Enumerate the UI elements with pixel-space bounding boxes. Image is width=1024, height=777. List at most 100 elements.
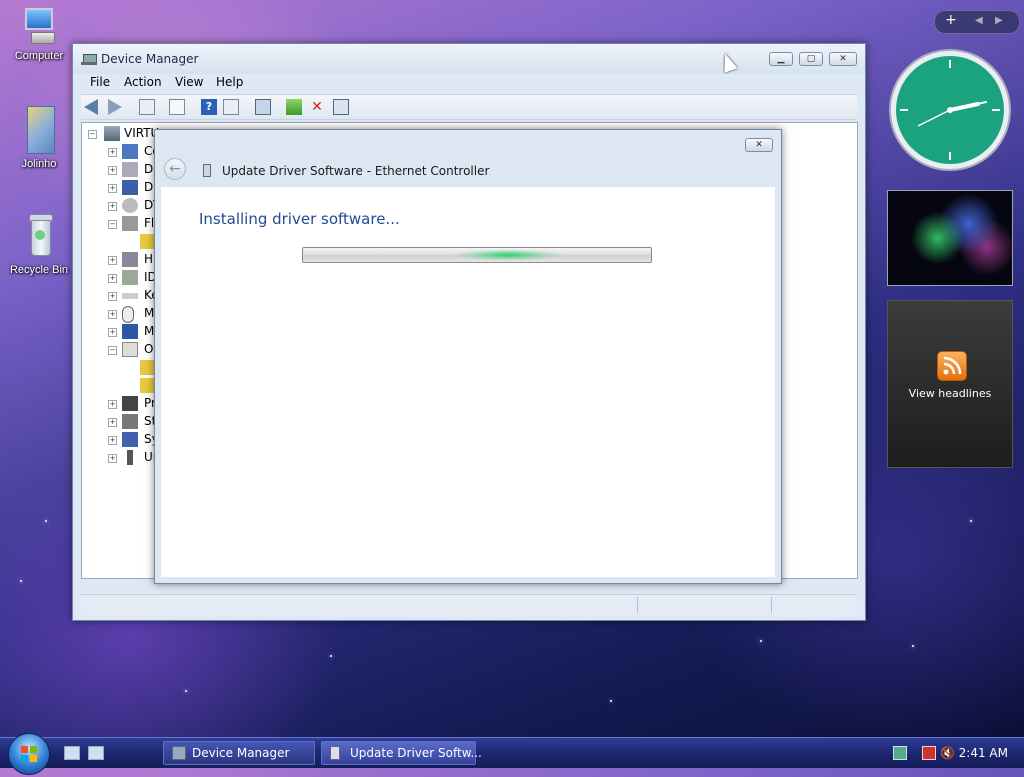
back-button[interactable]: ←: [164, 158, 186, 180]
menu-file[interactable]: File: [90, 75, 110, 89]
start-button[interactable]: [8, 733, 50, 775]
expand-icon[interactable]: +: [108, 292, 117, 301]
device-icon: [122, 252, 138, 267]
maximize-button[interactable]: ▢: [799, 52, 823, 66]
help-icon[interactable]: ?: [201, 99, 217, 115]
star: [330, 655, 332, 657]
expand-icon[interactable]: +: [108, 184, 117, 193]
menu-bar: File Action View Help: [81, 74, 857, 94]
tree-item[interactable]: [82, 233, 162, 251]
expand-icon[interactable]: +: [108, 454, 117, 463]
view-icon[interactable]: [223, 99, 239, 115]
device-icon: [122, 162, 138, 177]
tree-item[interactable]: + Pr: [82, 395, 162, 413]
view-headlines-label[interactable]: View headlines: [888, 387, 1012, 400]
star: [45, 520, 47, 522]
expand-icon[interactable]: +: [108, 400, 117, 409]
close-button[interactable]: ✕: [829, 52, 857, 66]
tree-item[interactable]: + Ur: [82, 449, 162, 467]
expand-icon[interactable]: +: [108, 418, 117, 427]
tree-item[interactable]: + St: [82, 413, 162, 431]
back-arrow-icon: ←: [169, 161, 181, 177]
dialog-content: Installing driver software...: [161, 187, 775, 577]
tree-item[interactable]: [82, 377, 162, 395]
menu-action[interactable]: Action: [124, 75, 162, 89]
add-gadget-icon[interactable]: +: [945, 12, 957, 28]
scan-hardware-icon[interactable]: [255, 99, 271, 115]
properties-icon[interactable]: [169, 99, 185, 115]
mouse-icon: [122, 306, 134, 323]
title-bar[interactable]: Device Manager ▁ ▢ ✕: [73, 44, 865, 74]
computer-node-icon: [104, 126, 120, 141]
network-tray-icon[interactable]: [893, 746, 907, 760]
taskbar-update-driver[interactable]: Update Driver Softw...: [321, 741, 482, 765]
desktop-icon-computer[interactable]: Computer: [4, 6, 74, 62]
minimize-button[interactable]: ▁: [769, 52, 793, 66]
update-driver-icon[interactable]: [286, 99, 302, 115]
usb-icon: [127, 450, 133, 465]
status-divider: [637, 597, 638, 613]
tree-item[interactable]: − Fl: [82, 215, 162, 233]
show-hide-tree-icon[interactable]: [139, 99, 155, 115]
expand-icon[interactable]: +: [108, 148, 117, 157]
tree-item[interactable]: + H: [82, 251, 162, 269]
uninstall-icon[interactable]: ✕: [309, 99, 325, 115]
collapse-icon[interactable]: −: [88, 130, 97, 139]
device-icon: [122, 144, 138, 159]
tree-item[interactable]: + Co: [82, 143, 162, 161]
tree-item[interactable]: + Di: [82, 179, 162, 197]
tree-item[interactable]: + DV: [82, 197, 162, 215]
star: [760, 640, 762, 642]
desktop-icon-label: Computer: [14, 50, 64, 62]
forward-arrow-icon[interactable]: [108, 99, 124, 115]
star: [970, 520, 972, 522]
tree-item[interactable]: + M: [82, 305, 162, 323]
tree-item[interactable]: [82, 359, 162, 377]
disable-device-icon[interactable]: [333, 99, 349, 115]
previous-icon[interactable]: ◀: [975, 15, 983, 26]
slideshow-gadget[interactable]: [887, 190, 1013, 286]
menu-help[interactable]: Help: [216, 75, 243, 89]
taskbar-device-manager[interactable]: Device Manager: [163, 741, 315, 765]
tree-item[interactable]: − Ot: [82, 341, 162, 359]
expand-icon[interactable]: +: [108, 310, 117, 319]
tree-item[interactable]: + Ke: [82, 287, 162, 305]
windows-logo-icon: [21, 746, 37, 762]
expand-icon[interactable]: +: [108, 166, 117, 175]
expand-icon[interactable]: +: [108, 436, 117, 445]
tree-item[interactable]: + Di: [82, 161, 162, 179]
tree-root[interactable]: − VIRTU: [82, 125, 162, 143]
feed-headlines-gadget[interactable]: View headlines: [887, 300, 1013, 468]
dialog-close-button[interactable]: ✕: [745, 138, 773, 152]
star: [912, 645, 914, 647]
volume-muted-icon[interactable]: 🔇: [940, 746, 955, 760]
expand-icon[interactable]: +: [108, 274, 117, 283]
update-driver-dialog[interactable]: ✕ ← Update Driver Software - Ethernet Co…: [154, 129, 782, 584]
back-arrow-icon[interactable]: [84, 99, 100, 115]
close-icon: ✕: [839, 54, 847, 64]
tree-item[interactable]: + Sy: [82, 431, 162, 449]
expand-icon[interactable]: +: [108, 328, 117, 337]
processor-icon: [122, 396, 138, 411]
expand-icon[interactable]: +: [108, 202, 117, 211]
clock-gadget[interactable]: [888, 48, 1012, 172]
collapse-icon[interactable]: −: [108, 346, 117, 355]
ethernet-controller-icon: [330, 746, 340, 760]
menu-view[interactable]: View: [175, 75, 203, 89]
installing-heading: Installing driver software...: [199, 210, 400, 228]
show-desktop-icon[interactable]: [64, 746, 80, 760]
next-icon[interactable]: ▶: [995, 15, 1003, 26]
computer-icon: [19, 6, 59, 46]
expand-icon[interactable]: +: [108, 256, 117, 265]
collapse-icon[interactable]: −: [108, 220, 117, 229]
tree-item[interactable]: + ID: [82, 269, 162, 287]
device-tree[interactable]: − VIRTU + Co + Di + Di + DV − Fl + H + ID + Ke +…: [81, 122, 163, 579]
close-icon: ✕: [755, 140, 763, 150]
tree-item[interactable]: + M: [82, 323, 162, 341]
network-disconnected-tray-icon[interactable]: [922, 746, 936, 760]
switch-windows-icon[interactable]: [88, 746, 104, 760]
taskbar-clock[interactable]: 2:41 AM: [959, 746, 1008, 760]
desktop-icon-recycle-bin[interactable]: Recycle Bin: [4, 210, 74, 276]
desktop-icon-jolinho[interactable]: Jolinho: [4, 104, 74, 170]
monitor-icon: [122, 324, 138, 339]
